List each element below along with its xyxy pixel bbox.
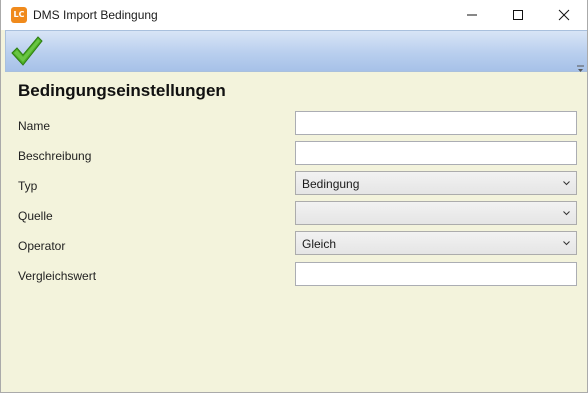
name-label: Name [18,119,51,133]
operator-select-value: Gleich [302,237,337,251]
quelle-select[interactable] [295,201,577,225]
confirm-button[interactable] [9,34,43,68]
quelle-label: Quelle [18,209,53,223]
minimize-button[interactable] [449,0,495,30]
chevron-down-icon [563,181,570,186]
typ-select-value: Bedingung [302,177,360,191]
close-icon [558,9,570,21]
vergleichswert-field[interactable] [295,262,577,286]
window-title: DMS Import Bedingung [33,8,158,22]
maximize-icon [513,10,523,20]
app-logo-icon: LC [11,7,27,23]
vergleichswert-label: Vergleichswert [18,269,97,283]
close-button[interactable] [541,0,587,30]
beschreibung-label: Beschreibung [18,149,92,163]
title-bar[interactable]: LC DMS Import Bedingung [1,0,587,30]
name-field[interactable] [295,111,577,135]
minimize-icon [467,14,477,16]
operator-label: Operator [18,239,66,253]
ribbon-toolbar [5,30,587,72]
typ-select[interactable]: Bedingung [295,171,577,195]
maximize-button[interactable] [495,0,541,30]
section-heading: Bedingungseinstellungen [18,81,226,100]
checkmark-icon [11,36,43,66]
chevron-down-icon [563,241,570,246]
typ-label: Typ [18,179,38,193]
chevron-down-icon [563,211,570,216]
operator-select[interactable]: Gleich [295,231,577,255]
dialog-window: LC DMS Import Bedingung Bedingungseinste… [0,0,588,393]
ribbon-options-icon[interactable] [576,60,585,72]
beschreibung-field[interactable] [295,141,577,165]
